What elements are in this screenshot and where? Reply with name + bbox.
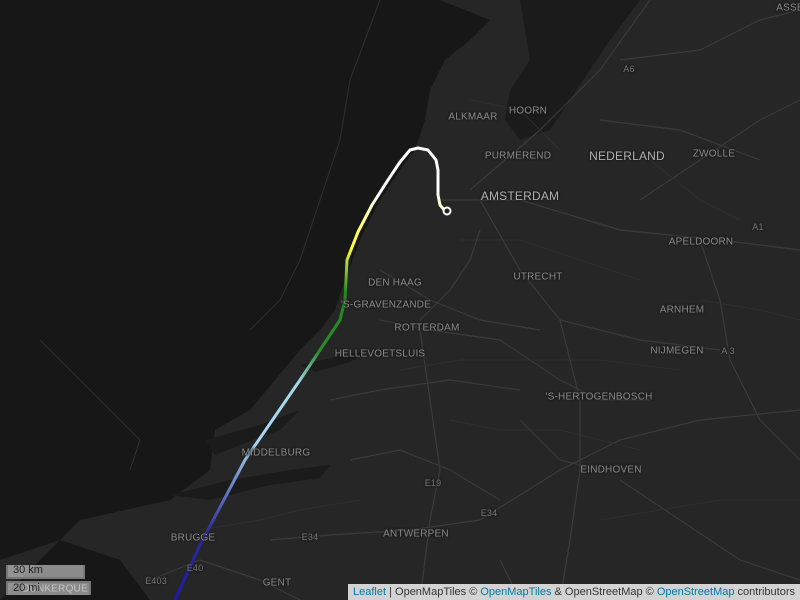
road-label-e34-b: E34 [301,532,319,542]
attribution-text-1: OpenMapTiles © [395,586,481,598]
attribution-text-3: contributors [734,586,795,598]
label-assen: ASSE [776,2,800,14]
scale-bar-km: 30 km [6,565,85,579]
road-label-e19: E19 [424,478,442,488]
leaflet-link[interactable]: Leaflet [353,586,386,598]
label-zwolle: ZWOLLE [692,148,736,160]
road-label-e34-a: E34 [480,508,498,518]
label-nederland: NEDERLAND [589,149,665,163]
label-middelburg: MIDDELBURG [241,447,311,459]
road-label-a6: A6 [623,64,635,74]
openmaptiles-link[interactable]: OpenMapTiles [480,586,551,598]
label-brugge: BRUGGE [170,532,216,544]
label-antwerpen: ANTWERPEN [383,528,449,540]
label-hertogenbosch: 'S-HERTOGENBOSCH [545,391,653,403]
road-label-e40: E40 [186,563,204,573]
label-gent: GENT [262,577,292,589]
road-label-a3: A 3 [721,346,735,356]
attribution-separator: | [386,586,396,598]
label-arnhem: ARNHEM [659,304,705,316]
track-end-marker [442,206,452,216]
label-alkmaar: ALKMAAR [448,111,498,123]
label-den-haag: DEN HAAG [368,277,422,289]
label-nijmegen: NIJMEGEN [650,345,704,357]
scale-bar-mi: 20 mi [6,581,91,595]
map-attribution: Leaflet | OpenMapTiles © OpenMapTiles & … [348,584,800,600]
label-gravenzande: 'S-GRAVENZANDE [340,299,432,311]
road-label-e403: E403 [145,576,167,586]
label-apeldoorn: APELDOORN [668,236,734,248]
road-label-a1: A1 [752,222,764,232]
label-utrecht: UTRECHT [513,271,563,283]
label-rotterdam: ROTTERDAM [394,322,460,334]
openstreetmap-link[interactable]: OpenStreetMap [657,586,735,598]
label-hellevoetsluis: HELLEVOETSLUIS [334,348,426,360]
map-container[interactable]: AMSTERDAM NEDERLAND ALKMAAR HOORN PURMER… [0,0,800,600]
label-amsterdam: AMSTERDAM [480,189,560,203]
label-hoorn: HOORN [508,105,548,117]
label-eindhoven: EINDHOVEN [580,464,642,476]
label-purmerend: PURMEREND [484,150,552,162]
attribution-text-2: & OpenStreetMap © [551,586,657,598]
